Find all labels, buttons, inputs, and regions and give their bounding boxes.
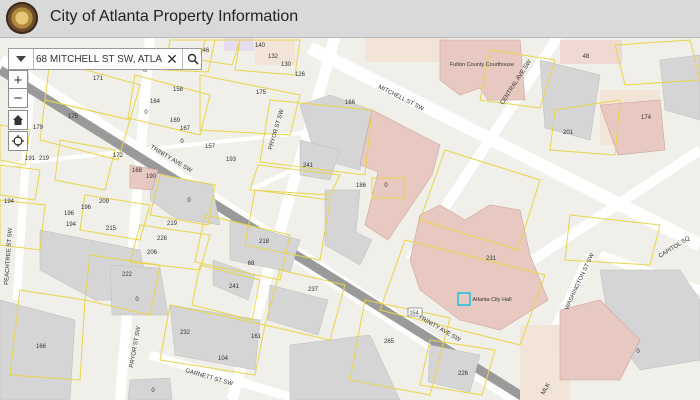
search-button[interactable] — [182, 49, 202, 69]
parcel-number-label: 219 — [39, 156, 50, 162]
parcel-number-label: 167 — [180, 126, 191, 132]
parcel-number-label: 232 — [180, 330, 191, 336]
parcel-number-label: 140 — [255, 43, 266, 49]
parcel-number-label: 168 — [132, 168, 143, 174]
parcel-number-label: 265 — [384, 339, 395, 345]
parcel-number-label: 231 — [486, 256, 497, 262]
parcel-number-label: 219 — [167, 221, 178, 227]
parcel-number-label: 172 — [113, 153, 124, 159]
locate-button[interactable] — [8, 131, 28, 151]
parcel-number-label: 237 — [308, 287, 319, 293]
locate-icon — [12, 135, 24, 147]
search-input[interactable] — [36, 49, 162, 69]
parcel-number-label: 166 — [36, 344, 47, 350]
parcel-number-label: 169 — [170, 118, 181, 124]
city-seal-logo — [6, 2, 38, 34]
parcel-number-label: 222 — [122, 272, 133, 278]
parcel-number-label: 104 — [218, 356, 229, 362]
parcel-number-label: 130 — [281, 62, 292, 68]
courthouse-label: Fulton County Courthouse — [450, 62, 514, 68]
parcel-number-label: 226 — [157, 236, 168, 242]
parcel-number-label: 193 — [226, 157, 237, 163]
parcel-number-label: 209 — [99, 199, 110, 205]
clear-search-button[interactable]: ✕ — [164, 50, 180, 68]
parcel-number-label: 241 — [229, 284, 240, 290]
home-icon — [13, 115, 23, 125]
parcel-number-label: 191 — [25, 156, 36, 162]
parcel-number-label: 175 — [68, 114, 79, 120]
zoom-out-button[interactable]: − — [8, 88, 28, 108]
parcel-number-label: 226 — [458, 371, 469, 377]
map-view[interactable]: MITCHELL ST SW TRINITY AVE SW TRINITY AV… — [0, 37, 700, 400]
parcel-number-label: 201 — [563, 130, 574, 136]
search-source-dropdown[interactable] — [9, 49, 34, 69]
parcel-number-label: 166 — [345, 100, 356, 106]
parcel-number-label: 215 — [106, 226, 117, 232]
city-hall-label: Atlanta City Hall — [472, 297, 511, 303]
parcel-number-label: 48 — [583, 54, 590, 60]
svg-text:154: 154 — [410, 311, 419, 317]
parcel-number-label: 190 — [146, 174, 157, 180]
zoom-in-button[interactable]: + — [8, 70, 28, 90]
parcel-number-label: 194 — [66, 222, 77, 228]
parcel-number-label: 132 — [268, 54, 279, 60]
parcel-number-label: 46 — [203, 48, 210, 54]
parcel-number-label: 164 — [150, 99, 161, 105]
parcel-number-label: 241 — [303, 163, 314, 169]
search-icon — [187, 53, 199, 65]
route-shield-bottom: 154 — [407, 307, 423, 317]
home-button[interactable] — [8, 110, 28, 130]
parcel-number-label: 218 — [259, 239, 270, 245]
app-header: City of Atlanta Property Information — [0, 0, 700, 38]
parcel-number-label: 179 — [33, 125, 44, 131]
parcel-number-label: 158 — [173, 87, 184, 93]
parcel-number-label: 175 — [256, 90, 267, 96]
parcel-number-label: 206 — [147, 250, 158, 256]
parcel-number-label: 126 — [295, 72, 306, 78]
parcel-number-label: 196 — [81, 205, 92, 211]
map-canvas[interactable]: MITCHELL ST SW TRINITY AVE SW TRINITY AV… — [0, 37, 700, 400]
parcel-number-label: 157 — [205, 144, 216, 150]
parcel-number-label: 171 — [93, 76, 104, 82]
app-title: City of Atlanta Property Information — [50, 8, 299, 25]
address-search-box: ✕ — [8, 48, 202, 70]
parcel-number-label: 194 — [4, 199, 15, 205]
parcel-number-label: 68 — [248, 261, 255, 267]
parcel-number-label: 161 — [251, 334, 262, 340]
parcel-number-label: 174 — [641, 115, 652, 121]
parcel-number-label: 196 — [64, 211, 75, 217]
parcel-number-label: 186 — [356, 183, 367, 189]
